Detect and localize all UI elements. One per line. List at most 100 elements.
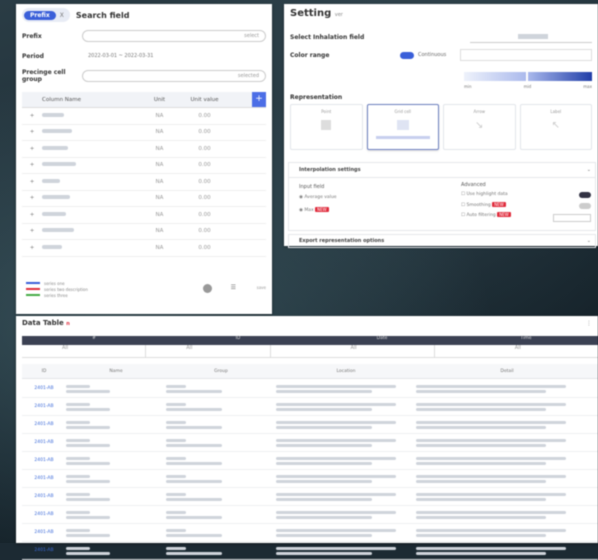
table-row[interactable]: 2401-AB <box>22 524 598 542</box>
cell-detail <box>416 510 598 519</box>
card-point[interactable]: Point <box>290 104 363 150</box>
group-select[interactable]: selected <box>82 70 266 82</box>
table-row[interactable]: 2401-AB <box>22 416 598 434</box>
add-row-button[interactable]: + <box>252 92 266 107</box>
cell-location <box>276 456 416 465</box>
column-header[interactable]: ID <box>22 364 66 378</box>
cell-value: 0.00 <box>198 129 211 136</box>
expand-icon[interactable]: + <box>22 212 42 218</box>
reset-icon[interactable] <box>203 284 212 293</box>
more-icon[interactable]: ⋮ <box>586 320 592 327</box>
table-row[interactable]: + NA 0.00 <box>22 207 266 224</box>
table-row[interactable]: + NA 0.00 <box>22 174 266 191</box>
cursor-icon: ↖ <box>551 120 560 131</box>
expand-icon[interactable]: + <box>22 195 42 201</box>
expand-icon[interactable]: + <box>22 162 42 168</box>
table-header: Column Name Unit Unit value + <box>22 92 266 108</box>
cell-value: 0.00 <box>198 244 211 251</box>
row-id-link[interactable]: 2401-AB <box>34 404 53 409</box>
range-input[interactable] <box>460 49 592 61</box>
expand-icon[interactable]: + <box>22 228 42 234</box>
table-row[interactable]: 2401-AB <box>22 434 598 452</box>
expand-icon[interactable]: + <box>22 245 42 251</box>
table-row[interactable]: + NA 0.00 <box>22 108 266 125</box>
section-label: Select Inhalation field <box>290 33 365 41</box>
field-label: Precinge cell group <box>22 69 66 83</box>
gradient-handle[interactable] <box>526 70 528 83</box>
filter-select[interactable]: All <box>435 345 598 357</box>
interpolation-accordion[interactable]: Interpolation settings ⌄ <box>288 162 596 178</box>
row-id-link[interactable]: 2401-AB <box>34 422 53 427</box>
row-id-link[interactable]: 2401-AB <box>34 440 53 445</box>
continuous-toggle[interactable] <box>400 51 414 59</box>
column-header[interactable]: Name <box>66 364 166 378</box>
row-id-link[interactable]: 2401-AB <box>34 476 53 481</box>
row-id-link[interactable]: 2401-AB <box>34 386 53 391</box>
row-id-link[interactable]: 2401-AB <box>34 458 53 463</box>
table-row[interactable]: + NA 0.00 <box>22 125 266 141</box>
table-row[interactable]: + NA 0.00 <box>22 191 266 207</box>
table-row[interactable]: + NA 0.00 <box>22 158 266 174</box>
filter-input[interactable] <box>553 214 591 222</box>
settings-title-text: Setting <box>290 8 332 19</box>
row-id-link[interactable]: 2401-AB <box>34 512 53 517</box>
prefix-select[interactable]: select <box>82 30 266 42</box>
radio-average[interactable]: ◉ Average value <box>299 195 337 200</box>
check-smoothing[interactable]: ☐ Smoothing NEW <box>461 202 506 208</box>
table-row[interactable]: 2401-AB <box>22 452 598 470</box>
row-id-link[interactable]: 2401-AB <box>34 530 53 535</box>
list-icon[interactable]: ☰ <box>231 284 236 291</box>
cell-name <box>42 145 137 152</box>
card-arrow[interactable]: Arrow ↘ <box>443 104 516 150</box>
table-row[interactable]: 2401-AB <box>22 488 598 506</box>
table-row[interactable]: 2401-AB <box>22 470 598 488</box>
cell-detail <box>416 474 598 483</box>
table-row[interactable]: 2401-AB <box>22 506 598 524</box>
period-range[interactable]: 2022-03-01 ~ 2022-03-31 <box>82 51 266 61</box>
table-row[interactable]: + NA 0.00 <box>22 224 266 240</box>
card-label[interactable]: Label ↖ <box>519 104 592 150</box>
table-row[interactable]: + NA 0.00 <box>22 141 266 158</box>
table-row[interactable]: + NA 0.00 <box>22 240 266 257</box>
filter-select[interactable]: All <box>271 345 435 357</box>
tick-label: max <box>583 84 592 89</box>
filter-select[interactable]: All <box>22 345 147 357</box>
highlight-switch[interactable] <box>579 192 591 198</box>
table-group-header: # ID Date Time <box>22 336 598 345</box>
table-row[interactable]: 2401-AB <box>22 380 598 398</box>
column-header[interactable]: Detail <box>416 364 598 378</box>
chevron-down-icon: ⌄ <box>586 238 591 244</box>
mode-toggle[interactable]: Prefix X <box>22 8 70 22</box>
column-header[interactable]: Group <box>166 364 276 378</box>
expand-icon[interactable]: + <box>22 113 42 119</box>
card-grid-cell[interactable]: Grid cell <box>366 104 439 150</box>
table-row[interactable]: 2401-AB <box>22 398 598 416</box>
gradient-ticks: min mid max <box>464 84 592 89</box>
export-accordion[interactable]: Export representation options ⌄ <box>288 234 596 248</box>
cell-unit: NA <box>155 244 164 251</box>
check-highlight[interactable]: ☐ Use highlight data <box>461 192 508 197</box>
card-label: Point <box>321 109 332 114</box>
cell-unit: NA <box>155 228 164 235</box>
column-header[interactable]: Location <box>276 364 416 378</box>
section-label: Representation <box>290 93 343 101</box>
cell-name <box>66 492 166 501</box>
filter-select[interactable]: All <box>146 345 271 357</box>
expand-icon[interactable]: + <box>22 146 42 152</box>
cell-unit: NA <box>155 145 164 152</box>
accordion-label: Export representation options <box>299 238 385 244</box>
save-button[interactable]: save <box>257 285 266 290</box>
mode-on[interactable]: Prefix <box>24 10 56 20</box>
expand-icon[interactable]: + <box>22 179 42 185</box>
cell-value: 0.00 <box>198 211 211 218</box>
mode-off[interactable]: X <box>56 12 68 19</box>
representation-cards: Point Grid cell Arrow ↘ Label ↖ <box>284 104 598 150</box>
check-auto-filter[interactable]: ☐ Auto filtering NEW <box>461 212 511 218</box>
expand-icon[interactable]: + <box>22 129 42 135</box>
radio-max[interactable]: ◉ Max NEW <box>299 207 329 213</box>
row-id-link[interactable]: 2401-AB <box>34 494 53 499</box>
smoothing-switch[interactable] <box>579 203 591 209</box>
settings-panel: Setting ver Select Inhalation field Colo… <box>284 4 598 248</box>
row-id-link[interactable]: 2401-AB <box>34 548 53 553</box>
table-row[interactable]: 2401-AB <box>22 542 598 560</box>
